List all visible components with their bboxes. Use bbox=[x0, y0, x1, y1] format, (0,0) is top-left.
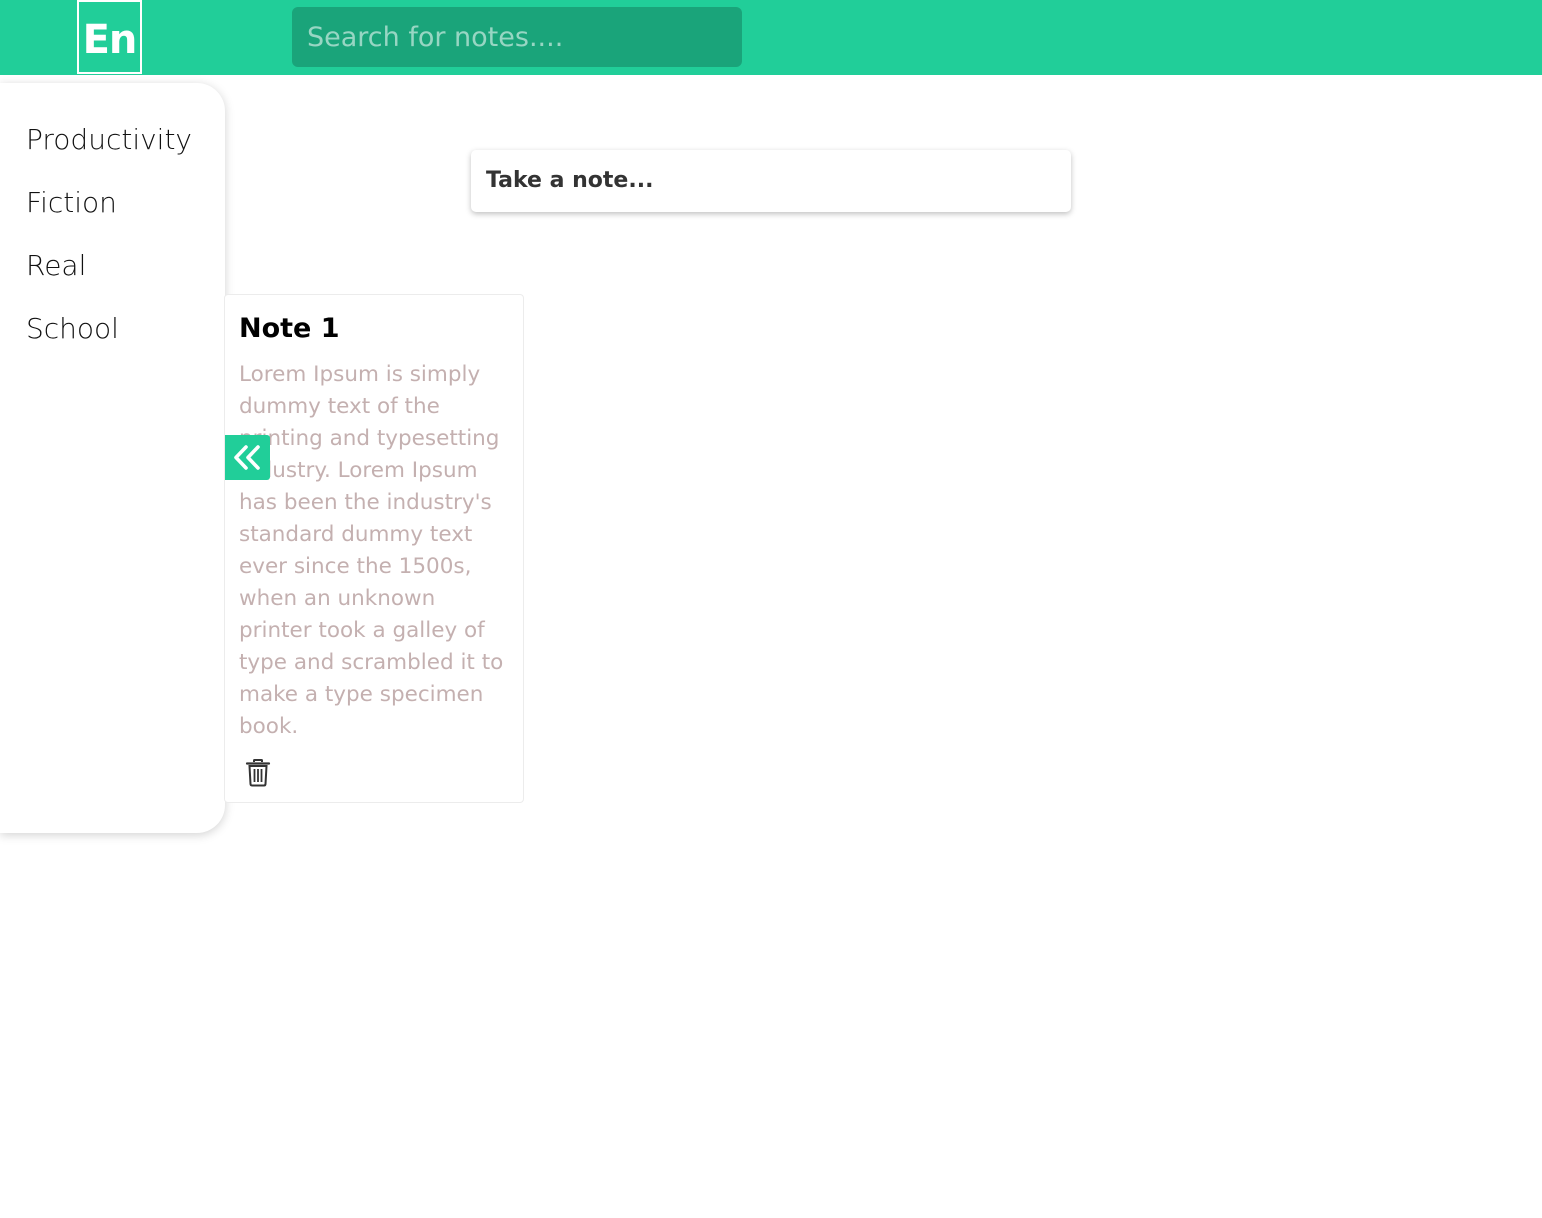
trash-icon[interactable] bbox=[245, 759, 271, 787]
note-card[interactable]: Note 1 Lorem Ipsum is simply dummy text … bbox=[224, 294, 524, 803]
sidebar-item-productivity[interactable]: Productivity bbox=[26, 123, 192, 156]
search-input[interactable] bbox=[292, 7, 742, 67]
sidebar-item-real[interactable]: Real bbox=[26, 249, 86, 282]
app-logo[interactable]: En bbox=[77, 0, 142, 74]
take-note-input[interactable]: Take a note... bbox=[471, 150, 1071, 212]
sidebar-collapse-button[interactable] bbox=[225, 435, 270, 480]
sidebar-item-school[interactable]: School bbox=[26, 312, 119, 345]
sidebar-item-fiction[interactable]: Fiction bbox=[26, 186, 117, 219]
app-header: En bbox=[0, 0, 1542, 75]
sidebar: Productivity Fiction Real School bbox=[0, 83, 225, 833]
double-chevron-left-icon bbox=[234, 445, 260, 470]
note-title: Note 1 bbox=[239, 313, 340, 344]
note-body: Lorem Ipsum is simply dummy text of the … bbox=[239, 362, 504, 739]
